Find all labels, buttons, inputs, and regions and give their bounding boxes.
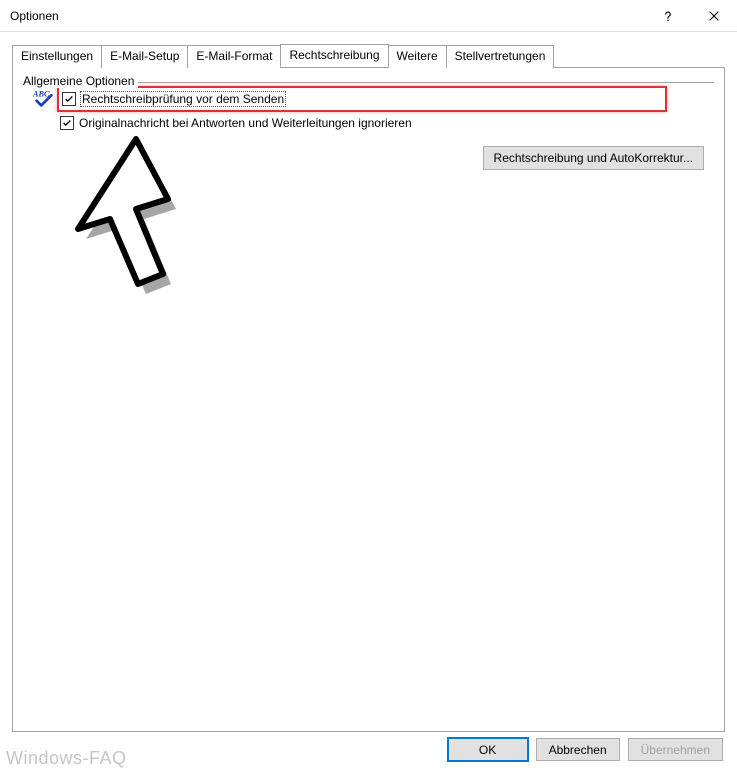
button-autocorrect[interactable]: Rechtschreibung und AutoKorrektur... <box>483 146 704 170</box>
tab-weitere[interactable]: Weitere <box>388 45 447 68</box>
watermark-text: Windows-FAQ <box>0 744 133 773</box>
close-button[interactable] <box>691 0 737 32</box>
tab-email-format[interactable]: E-Mail-Format <box>187 45 281 68</box>
group-allgemeine-optionen: Allgemeine Optionen ABC Rechtschreibprüf… <box>23 76 714 142</box>
abc-check-icon: ABC <box>31 88 57 110</box>
tab-strip: Einstellungen E-Mail-Setup E-Mail-Format… <box>12 44 725 67</box>
titlebar: Optionen <box>0 0 737 32</box>
tab-email-setup[interactable]: E-Mail-Setup <box>101 45 188 68</box>
label-ignore-original: Originalnachricht bei Antworten und Weit… <box>78 116 413 130</box>
content-area: Einstellungen E-Mail-Setup E-Mail-Format… <box>0 32 737 732</box>
window-title: Optionen <box>10 9 59 23</box>
highlight-box: Rechtschreibprüfung vor dem Senden <box>57 86 667 112</box>
checkbox-spellcheck-before-send[interactable] <box>62 92 76 106</box>
tab-panel: Allgemeine Optionen ABC Rechtschreibprüf… <box>12 67 725 732</box>
cancel-button[interactable]: Abbrechen <box>536 738 620 761</box>
checkbox-ignore-original[interactable] <box>60 116 74 130</box>
titlebar-buttons <box>645 0 737 32</box>
option-row-ignore-original: Originalnachricht bei Antworten und Weit… <box>34 116 706 130</box>
svg-text:ABC: ABC <box>33 89 50 98</box>
help-button[interactable] <box>645 0 691 32</box>
apply-button: Übernehmen <box>628 738 723 761</box>
option-row-spellcheck: ABC Rechtschreibprüfung vor dem Senden <box>31 86 706 112</box>
tab-rechtschreibung[interactable]: Rechtschreibung <box>280 44 388 67</box>
ok-button[interactable]: OK <box>448 738 528 761</box>
group-title: Allgemeine Optionen <box>23 74 138 88</box>
tab-einstellungen[interactable]: Einstellungen <box>12 45 102 68</box>
dialog-footer: OK Abbrechen Übernehmen <box>448 738 723 761</box>
label-spellcheck-before-send: Rechtschreibprüfung vor dem Senden <box>80 91 286 107</box>
tab-stellvertretungen[interactable]: Stellvertretungen <box>446 45 555 68</box>
